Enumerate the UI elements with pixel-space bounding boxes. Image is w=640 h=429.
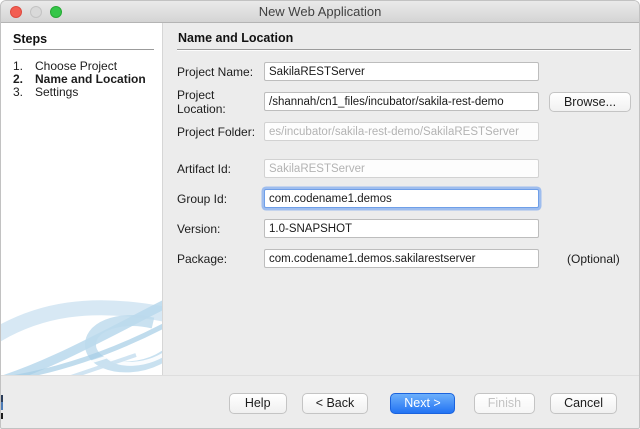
step-settings: 3. Settings — [13, 85, 79, 99]
package-input[interactable] — [264, 249, 539, 268]
artifact-id-label: Artifact Id: — [177, 161, 232, 176]
title-bar[interactable]: New Web Application — [1, 1, 639, 23]
steps-list: 1. Choose Project 2. Name and Location 3… — [13, 60, 162, 99]
project-location-row: Project Location: Browse... — [177, 88, 631, 116]
browse-button[interactable]: Browse... — [549, 91, 631, 112]
dialog-content: Steps 1. Choose Project 2. Name and Loca… — [1, 23, 639, 375]
package-row: Package: (Optional) — [177, 249, 631, 268]
pane-heading: Name and Location — [178, 31, 294, 45]
version-input[interactable] — [264, 219, 539, 238]
project-location-label: Project Location: — [177, 87, 226, 116]
project-name-label: Project Name: — [177, 64, 254, 79]
window-title: New Web Application — [258, 4, 382, 19]
steps-heading: Steps — [13, 32, 48, 46]
artifact-id-row: Artifact Id: — [177, 159, 631, 178]
project-folder-row: Project Folder: — [177, 122, 631, 141]
project-name-row: Project Name: — [177, 62, 631, 81]
zoom-window-icon[interactable] — [50, 6, 62, 18]
group-id-label: Group Id: — [177, 191, 228, 206]
project-location-input[interactable] — [264, 92, 539, 111]
name-and-location-pane: Name and Location Project Name: Project … — [163, 23, 639, 375]
window-controls — [10, 6, 62, 18]
dialog-button-bar: Help < Back Next > Finish Cancel — [1, 375, 639, 428]
close-window-icon[interactable] — [10, 6, 22, 18]
artifact-id-input — [264, 159, 539, 178]
finish-button: Finish — [473, 392, 536, 414]
cancel-button[interactable]: Cancel — [550, 392, 617, 414]
next-button[interactable]: Next > — [390, 392, 455, 414]
package-optional-hint: (Optional) — [567, 251, 620, 266]
wizard-watermark-graphic — [1, 300, 162, 375]
minimize-window-icon — [30, 6, 42, 18]
group-id-input[interactable] — [264, 189, 539, 208]
pane-divider — [177, 49, 631, 50]
steps-divider — [13, 49, 154, 50]
version-row: Version: — [177, 219, 631, 238]
help-button[interactable]: Help — [228, 392, 287, 414]
version-label: Version: — [177, 221, 221, 236]
group-id-row: Group Id: — [177, 189, 631, 208]
project-folder-input — [264, 122, 539, 141]
back-button[interactable]: < Back — [301, 392, 369, 414]
new-web-application-dialog: New Web Application Steps 1. Choose Proj… — [0, 0, 640, 429]
project-name-input[interactable] — [264, 62, 539, 81]
background-window-edge — [1, 395, 3, 419]
steps-panel: Steps 1. Choose Project 2. Name and Loca… — [1, 23, 163, 375]
package-label: Package: — [177, 251, 228, 266]
project-folder-label: Project Folder: — [177, 124, 256, 139]
step-label: Settings — [35, 85, 79, 99]
